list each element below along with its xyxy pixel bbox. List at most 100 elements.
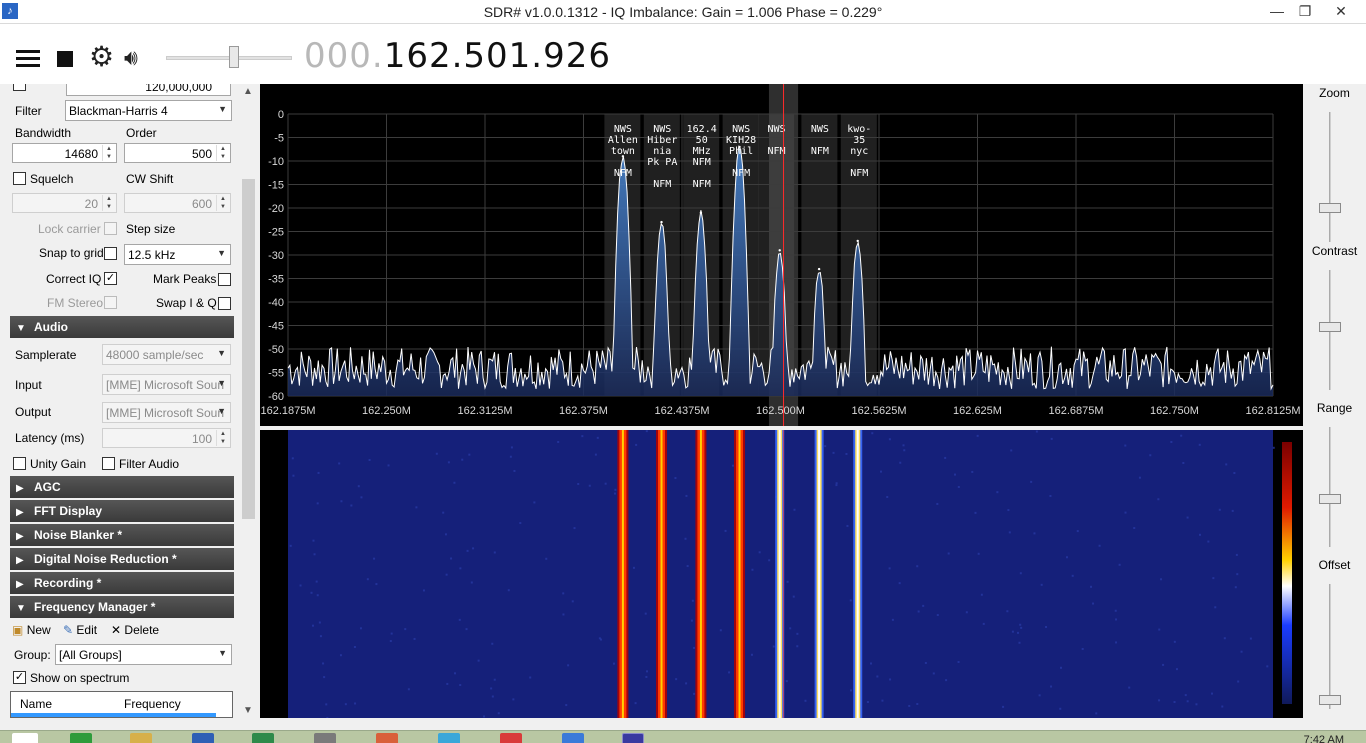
offset-slider-thumb[interactable] (1319, 695, 1341, 705)
section-header-digital-noise-reduction[interactable]: ▶ Digital Noise Reduction * (10, 548, 234, 570)
lock-carrier-checkbox[interactable] (104, 222, 117, 235)
close-button[interactable]: ✕ (1326, 0, 1356, 22)
taskbar-app-icon[interactable] (500, 733, 522, 743)
bandwidth-input[interactable]: 14680 ▲ ▼ (12, 143, 117, 163)
waterfall-display[interactable] (260, 430, 1303, 720)
new-frequency-button[interactable]: ▣ New (12, 623, 51, 637)
spectrum-analyzer[interactable]: 162.1875M 162.250M 162.3125M 162.375M 162.43… (260, 84, 1303, 426)
offset-slider-track[interactable] (1329, 584, 1331, 709)
range-slider-track[interactable] (1329, 427, 1331, 547)
sdr-taskbar-icon[interactable] (622, 733, 644, 743)
section-title: Frequency Manager * (34, 600, 156, 614)
column-name[interactable]: Name (20, 697, 52, 711)
taskbar: 7:42 AM (0, 730, 1366, 743)
taskbar-app-icon[interactable] (70, 733, 92, 743)
squelch-input[interactable]: 20 ▲ ▼ (12, 193, 117, 213)
waterfall-noise (1231, 509, 1234, 512)
bandwidth-label: Bandwidth (15, 126, 72, 140)
selected-row[interactable] (11, 713, 216, 717)
spinner-arrows-icon[interactable]: ▲ ▼ (216, 145, 229, 161)
word-icon[interactable] (192, 733, 214, 743)
group-select[interactable]: [All Groups] ▼ (55, 644, 232, 665)
scrollbar-thumb[interactable] (242, 179, 255, 519)
waterfall-noise (835, 482, 838, 485)
frequency-leading-digits[interactable]: 000. (304, 36, 384, 76)
correct-iq-checkbox[interactable]: ✓ (104, 272, 117, 285)
x-tick-label: 162.250M (362, 405, 411, 417)
spinner-arrows-icon[interactable]: ▲ ▼ (216, 195, 229, 211)
minimize-button[interactable]: — (1262, 0, 1292, 22)
waterfall-noise (322, 662, 325, 665)
output-select[interactable]: [MME] Microsoft Soun ▼ (102, 402, 231, 423)
frequency-digits[interactable]: 162.501.926 (384, 36, 611, 76)
waterfall-noise (562, 613, 565, 616)
waterfall-noise (965, 611, 968, 614)
section-header-noise-blanker[interactable]: ▶ Noise Blanker * (10, 524, 234, 546)
stop-icon[interactable] (57, 51, 73, 67)
unity-gain-checkbox[interactable] (13, 457, 26, 470)
shift-checkbox[interactable] (13, 84, 26, 91)
chrome-icon[interactable] (438, 733, 460, 743)
volume-slider-thumb[interactable] (228, 46, 239, 68)
delete-frequency-button[interactable]: ✕ Delete (111, 623, 159, 637)
fm-stereo-checkbox[interactable] (104, 296, 117, 309)
excel-icon[interactable] (252, 733, 274, 743)
waterfall-noise (849, 689, 852, 692)
waterfall-plot[interactable] (260, 430, 1303, 720)
section-header-recording[interactable]: ▶ Recording * (10, 572, 234, 594)
samplerate-select[interactable]: 48000 sample/sec ▼ (102, 344, 231, 365)
mark-peaks-checkbox[interactable] (218, 273, 231, 286)
section-header-frequency-manager[interactable]: ▼ Frequency Manager * (10, 596, 234, 618)
order-input[interactable]: 500 ▲ ▼ (124, 143, 231, 163)
gear-icon[interactable]: ⚙ (89, 43, 114, 71)
scroll-up-icon[interactable]: ▲ (243, 86, 253, 97)
waterfall-noise (415, 506, 418, 509)
volume-slider[interactable] (166, 46, 292, 70)
show-on-spectrum-checkbox[interactable]: ✓ (13, 671, 26, 684)
frequency-table[interactable]: Name Frequency (10, 691, 233, 718)
speaker-icon[interactable]: 🔊︎ (124, 45, 138, 71)
taskbar-app-icon[interactable] (376, 733, 398, 743)
step-size-select[interactable]: 12.5 kHz ▼ (124, 244, 231, 265)
column-frequency[interactable]: Frequency (124, 697, 181, 711)
filter-select[interactable]: Blackman-Harris 4 ▼ (65, 100, 232, 121)
latency-input[interactable]: 100 ▲ ▼ (102, 428, 231, 448)
snap-to-grid-checkbox[interactable] (104, 247, 117, 260)
hamburger-icon[interactable] (16, 50, 40, 68)
filter-audio-checkbox[interactable] (102, 457, 115, 470)
group-label: Group: (14, 648, 51, 662)
range-slider-thumb[interactable] (1319, 494, 1341, 504)
frequency-display[interactable]: 000.162.501.926 (304, 36, 611, 76)
audio-section-header[interactable]: ▼ Audio (10, 316, 234, 338)
group-value: [All Groups] (59, 648, 122, 662)
frequency-marker-label[interactable]: kwo-35nyc NFM (847, 124, 871, 179)
spinner-arrows-icon[interactable]: ▲ ▼ (102, 145, 115, 161)
cw-shift-input[interactable]: 600 ▲ ▼ (124, 193, 231, 213)
section-header-agc[interactable]: ▶ AGC (10, 476, 234, 498)
start-icon[interactable] (12, 733, 38, 743)
folder-icon[interactable] (130, 733, 152, 743)
squelch-checkbox[interactable] (13, 172, 26, 185)
section-header-fft-display[interactable]: ▶ FFT Display (10, 500, 234, 522)
spinner-arrows-icon[interactable]: ▲ ▼ (102, 195, 115, 211)
color-scale-bar (1282, 442, 1292, 704)
contrast-slider-thumb[interactable] (1319, 322, 1341, 332)
spectrum-plot[interactable]: 162.1875M 162.250M 162.3125M 162.375M 162.43… (260, 84, 1303, 426)
taskbar-app-icon[interactable] (562, 733, 584, 743)
shift-input[interactable]: 120,000,000 (66, 84, 231, 96)
taskbar-app-icon[interactable] (314, 733, 336, 743)
control-panel-scrollbar[interactable]: ▲ ▼ (239, 84, 258, 718)
zoom-slider-track[interactable] (1329, 112, 1331, 242)
fm-stereo-label: FM Stereo (47, 296, 104, 310)
edit-frequency-button[interactable]: ✎ Edit (63, 623, 97, 637)
scroll-down-icon[interactable]: ▼ (243, 705, 253, 716)
spinner-arrows-icon[interactable]: ▲ ▼ (216, 430, 229, 446)
swap-iq-checkbox[interactable] (218, 297, 231, 310)
zoom-slider-thumb[interactable] (1319, 203, 1341, 213)
waterfall-noise (596, 436, 599, 439)
waterfall-noise (567, 664, 570, 667)
waterfall-noise (869, 662, 872, 665)
input-select[interactable]: [MME] Microsoft Soun ▼ (102, 374, 231, 395)
restore-button[interactable]: ❐ (1290, 0, 1320, 22)
x-tick-label: 162.1875M (260, 405, 315, 417)
